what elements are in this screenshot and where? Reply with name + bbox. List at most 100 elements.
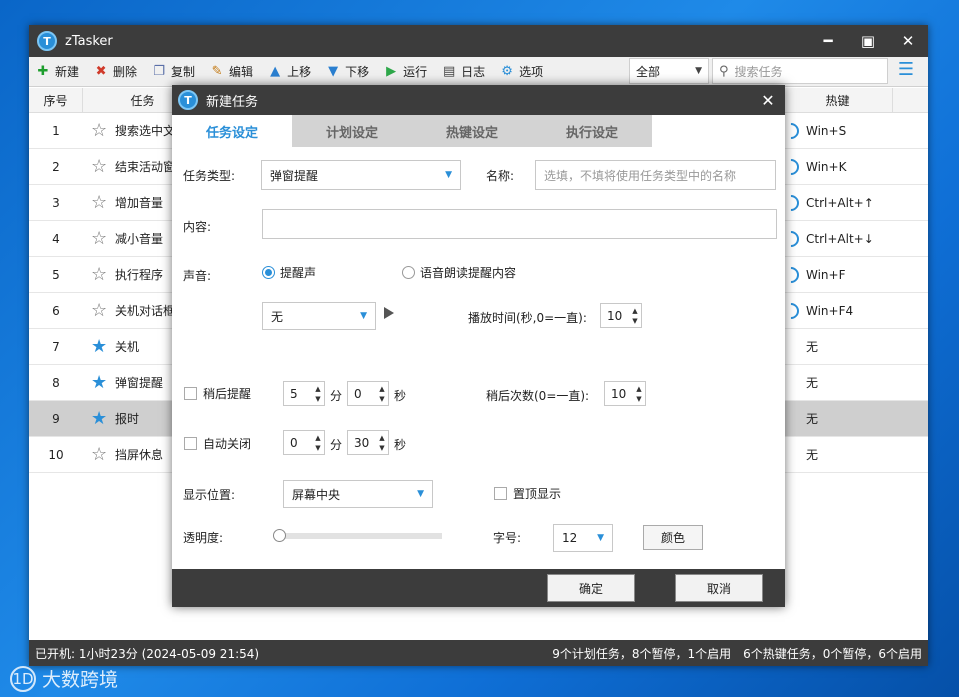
search-input[interactable]: ⚲ 搜索任务 (712, 58, 888, 84)
hotkey-value: 无 (806, 340, 819, 354)
row-number: 5 (52, 267, 60, 282)
star-icon[interactable]: ☆ (91, 444, 113, 465)
star-icon[interactable]: ☆ (91, 120, 113, 141)
star-icon[interactable]: ☆ (91, 156, 113, 177)
fontsize-value: 12 (562, 531, 578, 545)
play-time-value: 10 (607, 308, 623, 323)
slider-handle[interactable] (273, 529, 286, 542)
toolbar-item-6[interactable]: ▶ 运行 (383, 63, 427, 80)
cancel-button[interactable]: 取消 (675, 574, 763, 602)
maximize-button[interactable]: ▣ (848, 32, 888, 50)
column-header-num[interactable]: 序号 (29, 88, 83, 112)
filter-select[interactable]: 全部 ▼ (629, 58, 709, 84)
plus-icon: ✚ (37, 64, 49, 79)
chevron-down-icon: ▼ (445, 170, 452, 180)
star-icon[interactable]: ☆ (91, 192, 113, 213)
sound-radio-beep[interactable]: 提醒声 (262, 264, 316, 281)
task-type-select[interactable]: 弹窗提醒 ▼ (261, 160, 461, 190)
list-view-icon[interactable]: ☰ (893, 59, 919, 83)
row-number: 3 (52, 195, 60, 210)
toolbar-item-label: 日志 (461, 65, 486, 79)
chevron-down-icon: ▼ (695, 66, 702, 76)
stepper-arrows-icon: ▲ ▼ (632, 306, 638, 325)
status-uptime: 已开机: 1小时23分 (2024-05-09 21:54) (35, 646, 260, 661)
color-button[interactable]: 颜色 (643, 525, 703, 550)
app-logo: T (37, 31, 57, 51)
dialog-title: 新建任务 (206, 94, 259, 110)
search-icon: ⚲ (719, 63, 729, 79)
position-select[interactable]: 屏幕中央 ▼ (283, 480, 433, 508)
tab-exec-settings[interactable]: 执行设定 (532, 115, 652, 147)
toolbar-item-2[interactable]: ❐ 复制 (151, 63, 195, 80)
star-icon[interactable]: ★ (91, 336, 113, 357)
snooze-label: 稍后提醒 (203, 387, 252, 401)
opacity-label: 透明度: (183, 531, 224, 545)
snooze-count-stepper[interactable]: 10 ▲ ▼ (604, 381, 646, 406)
play-time-label: 播放时间(秒,0=一直): (468, 311, 587, 325)
fontsize-label: 字号: (493, 531, 522, 545)
sound-select-value: 无 (271, 309, 284, 324)
autoclose-checkbox[interactable]: 自动关闭 (184, 435, 251, 452)
toolbar-item-0[interactable]: ✚ 新建 (35, 63, 79, 80)
star-icon[interactable]: ☆ (91, 300, 113, 321)
stepper-arrows-icon: ▲ ▼ (315, 384, 321, 403)
star-icon[interactable]: ☆ (91, 228, 113, 249)
snooze-minutes-stepper[interactable]: 5 ▲ ▼ (283, 381, 325, 406)
title-bar: T zTasker ━ ▣ ✕ (29, 25, 928, 57)
sound-radio-tts[interactable]: 语音朗读提醒内容 (402, 264, 516, 281)
toolbar-item-4[interactable]: ▲ 上移 (267, 63, 311, 80)
ok-button[interactable]: 确定 (547, 574, 635, 602)
snooze-count-label: 稍后次数(0=一直): (486, 389, 590, 403)
toolbar-item-label: 下移 (345, 65, 370, 79)
star-icon[interactable]: ☆ (91, 264, 113, 285)
fontsize-select[interactable]: 12 ▼ (553, 524, 613, 552)
row-number: 4 (52, 231, 60, 246)
sound-label: 声音: (183, 269, 212, 283)
toolbar-item-label: 选项 (519, 65, 544, 79)
opacity-slider[interactable] (273, 529, 442, 542)
delete-icon: ✖ (95, 64, 107, 79)
dialog-close-icon[interactable]: ✕ (751, 91, 785, 110)
row-number: 2 (52, 159, 60, 174)
autoclose-label: 自动关闭 (203, 437, 252, 451)
toolbar-item-label: 上移 (287, 65, 312, 79)
ontop-checkbox[interactable]: 置顶显示 (494, 485, 561, 502)
row-number: 8 (52, 375, 60, 390)
row-number: 10 (48, 447, 64, 462)
stepper-arrows-icon: ▲ ▼ (636, 384, 642, 403)
chevron-down-icon: ▼ (360, 311, 367, 321)
snooze-checkbox[interactable]: 稍后提醒 (184, 385, 251, 402)
stepper-arrows-icon: ▲ ▼ (379, 384, 385, 403)
autoclose-seconds-stepper[interactable]: 30 ▲ ▼ (347, 430, 389, 455)
toolbar-item-3[interactable]: ✎ 编辑 (209, 63, 253, 80)
dialog-footer: 确定 取消 (172, 569, 785, 607)
tab-task-settings[interactable]: 任务设定 (172, 115, 292, 147)
toolbar-item-1[interactable]: ✖ 删除 (93, 63, 137, 80)
app-title: zTasker (65, 33, 113, 49)
content-input[interactable] (262, 209, 777, 239)
name-label: 名称: (486, 169, 515, 183)
tab-hotkey-settings[interactable]: 热键设定 (412, 115, 532, 147)
star-icon[interactable]: ★ (91, 372, 113, 393)
name-input[interactable]: 选填，不填将使用任务类型中的名称 (535, 160, 776, 190)
close-button[interactable]: ✕ (888, 32, 928, 50)
sound-select[interactable]: 无 ▼ (262, 302, 376, 330)
snooze-seconds-stepper[interactable]: 0 ▲ ▼ (347, 381, 389, 406)
name-placeholder: 选填，不填将使用任务类型中的名称 (544, 168, 737, 183)
minimize-button[interactable]: ━ (808, 32, 848, 50)
minutes-unit: 分 (330, 438, 343, 452)
toolbar-item-8[interactable]: ⚙ 选项 (499, 63, 543, 80)
toolbar-item-5[interactable]: ▼ 下移 (325, 63, 369, 80)
autoclose-seconds-value: 30 (354, 435, 370, 450)
toolbar-item-7[interactable]: ▤ 日志 (441, 63, 485, 80)
status-bar: 已开机: 1小时23分 (2024-05-09 21:54) 9个计划任务，8个… (29, 640, 928, 666)
play-sound-icon[interactable] (384, 307, 394, 319)
autoclose-minutes-stepper[interactable]: 0 ▲ ▼ (283, 430, 325, 455)
star-icon[interactable]: ★ (91, 408, 113, 429)
tab-schedule-settings[interactable]: 计划设定 (292, 115, 412, 147)
task-type-label: 任务类型: (183, 169, 236, 183)
snooze-count-value: 10 (611, 386, 627, 401)
play-time-stepper[interactable]: 10 ▲ ▼ (600, 303, 642, 328)
arrow-up-icon: ▲ (270, 64, 281, 79)
column-header-hotkey[interactable]: 热键 (783, 88, 893, 112)
